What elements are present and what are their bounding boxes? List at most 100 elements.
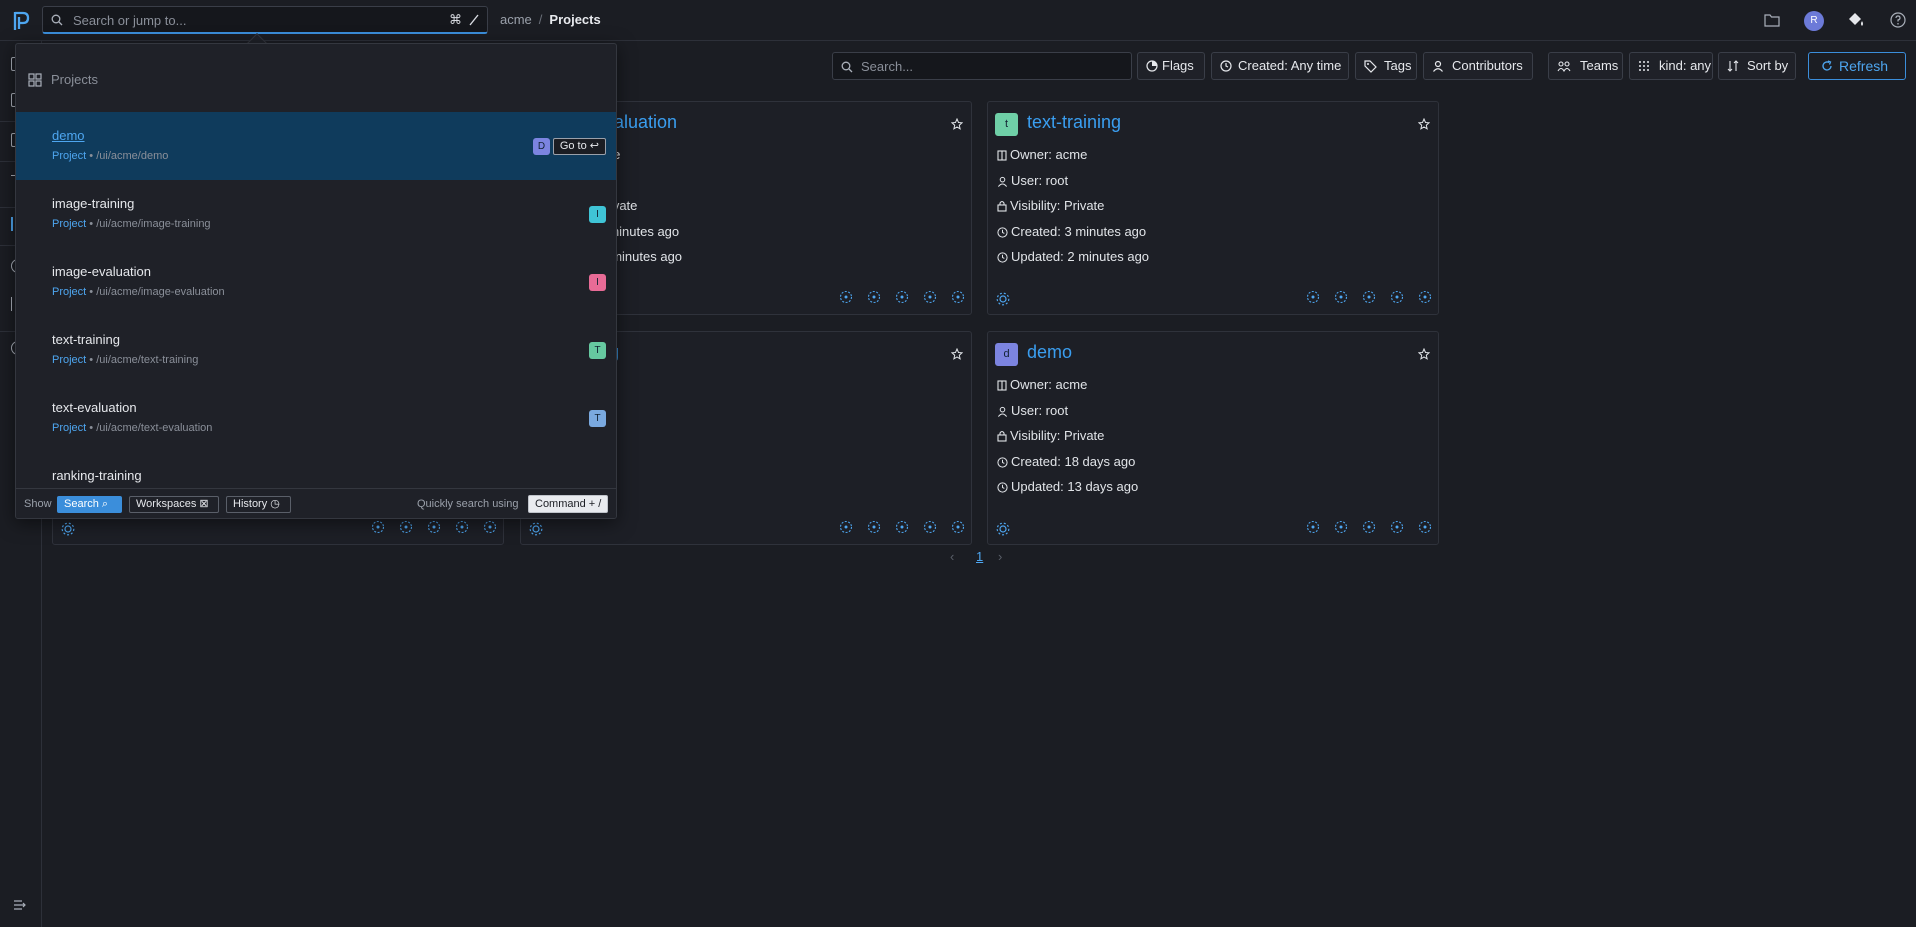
person-icon — [997, 403, 1011, 418]
project-title-link[interactable]: demo — [1027, 342, 1072, 363]
result-kind: Project — [52, 422, 87, 434]
grid-dots-icon — [1639, 61, 1649, 71]
sort-by-label: Sort by — [1747, 58, 1789, 73]
project-badge: t — [995, 113, 1018, 136]
flag-pie-icon — [1146, 60, 1158, 72]
kind-filter-button[interactable]: kind: any — [1629, 52, 1713, 80]
project-title-link[interactable]: text-training — [1027, 112, 1121, 133]
card-owner: Owner: acme — [997, 147, 1087, 162]
settings-gear-icon[interactable] — [61, 522, 75, 536]
search-result-item[interactable]: demo Project • /ui/acme/demo Go to ↩ D — [16, 112, 616, 180]
global-search-input[interactable] — [71, 7, 441, 33]
result-kind: Project — [52, 150, 87, 162]
workspaces-scope-label: Workspaces — [136, 498, 197, 510]
result-kind: Project — [52, 354, 87, 366]
card-visibility-text: Visibility: Private — [1010, 428, 1105, 443]
star-icon[interactable] — [951, 348, 963, 360]
star-icon[interactable] — [1418, 118, 1430, 130]
created-filter-button[interactable]: Created: Any time — [1211, 52, 1349, 80]
history-icon: ◷ — [270, 498, 280, 510]
star-icon[interactable] — [1418, 348, 1430, 360]
clock-icon — [1220, 60, 1232, 72]
shortcut-badge: Command + / — [528, 495, 609, 513]
project-search-box[interactable] — [832, 52, 1132, 80]
star-icon[interactable] — [951, 118, 963, 130]
card-user-text: User: root — [1011, 172, 1069, 188]
flags-filter-button[interactable]: Flags — [1137, 52, 1205, 80]
history-scope-chip[interactable]: History ◷ — [226, 496, 291, 513]
card-visibility-text: Visibility: Private — [1010, 198, 1105, 213]
settings-gear-icon[interactable] — [529, 522, 543, 536]
result-letter-badge: I — [589, 206, 606, 223]
card-created: Created: 18 days ago — [997, 454, 1135, 469]
result-name[interactable]: text-evaluation — [52, 400, 137, 415]
search-dropdown: Projects demo Project • /ui/acme/demo Go t… — [15, 43, 617, 519]
top-bar: ⌘ acme / Projects R — [0, 0, 1916, 41]
result-name[interactable]: text-training — [52, 332, 120, 347]
card-created-text: Created: 3 minutes ago — [1011, 223, 1147, 239]
teams-filter-button[interactable]: Teams — [1548, 52, 1623, 80]
result-path: /ui/acme/text-training — [96, 354, 199, 366]
search-scope-chip[interactable]: Search ⌕ — [57, 496, 122, 513]
tag-icon — [1364, 60, 1377, 73]
settings-gear-icon[interactable] — [996, 522, 1010, 536]
search-result-item[interactable]: image-training Project • /ui/acme/image-t… — [16, 180, 616, 248]
workspaces-scope-chip[interactable]: Workspaces ⊠ — [129, 496, 219, 513]
quick-search-hint: Quickly search using — [417, 498, 519, 510]
result-path: /ui/acme/image-evaluation — [96, 286, 225, 298]
person-icon — [1433, 60, 1443, 72]
search-result-item[interactable]: text-training Project • /ui/acme/text-tra… — [16, 316, 616, 384]
user-avatar[interactable]: R — [1804, 11, 1824, 31]
card-owner-text: Owner: acme — [1010, 377, 1088, 392]
breadcrumb-org[interactable]: acme — [500, 12, 532, 27]
flags-label: Flags — [1162, 58, 1194, 73]
page-number[interactable]: 1 — [976, 549, 983, 564]
team-icon — [1557, 61, 1571, 72]
tags-filter-button[interactable]: Tags — [1355, 52, 1417, 80]
help-icon[interactable] — [1890, 12, 1906, 28]
global-search-box[interactable] — [42, 6, 488, 34]
search-result-item[interactable]: text-evaluation Project • /ui/acme/text-e… — [16, 384, 616, 452]
project-card[interactable]: d demo Owner: acme User: root Visibility: Pr… — [987, 331, 1439, 545]
result-name[interactable]: image-training — [52, 196, 134, 211]
paint-bucket-icon[interactable] — [1846, 11, 1866, 29]
contributors-filter-button[interactable]: Contributors — [1423, 52, 1533, 80]
command-key-icon: ⌘ — [449, 12, 462, 27]
show-label: Show — [24, 498, 52, 510]
project-search-input[interactable] — [859, 53, 1119, 79]
clock-icon — [997, 224, 1011, 239]
result-name[interactable]: demo — [52, 128, 85, 143]
card-actions — [371, 520, 497, 536]
sort-icon — [1727, 60, 1739, 72]
result-meta: Project • /ui/acme/text-training — [52, 354, 199, 366]
tags-label: Tags — [1384, 58, 1412, 73]
result-meta: Project • /ui/acme/image-evaluation — [52, 286, 225, 298]
next-page-icon[interactable]: › — [998, 549, 1002, 564]
app-logo-icon[interactable] — [9, 9, 33, 33]
card-owner: Owner: acme — [997, 377, 1087, 392]
go-to-button[interactable]: Go to ↩ — [552, 138, 606, 155]
search-result-item[interactable]: image-evaluation Project • /ui/acme/image… — [16, 248, 616, 316]
slash-key-icon — [469, 14, 479, 26]
result-name[interactable]: ranking-training — [52, 468, 142, 483]
result-name[interactable]: image-evaluation — [52, 264, 151, 279]
contributors-label: Contributors — [1452, 58, 1523, 73]
collapse-sidebar-icon[interactable] — [13, 899, 27, 911]
folder-icon[interactable] — [1764, 13, 1780, 27]
result-path: /ui/acme/demo — [96, 150, 169, 162]
workspaces-icon: ⊠ — [199, 498, 209, 510]
breadcrumb: acme / Projects — [500, 12, 601, 27]
clock-icon — [997, 479, 1011, 494]
settings-gear-icon[interactable] — [996, 292, 1010, 306]
result-kind: Project — [52, 286, 87, 298]
card-user: User: root — [997, 173, 1068, 188]
prev-page-icon[interactable]: ‹ — [950, 549, 954, 564]
sort-by-button[interactable]: Sort by — [1718, 52, 1796, 80]
project-card[interactable]: t text-training Owner: acme User: root Visib… — [987, 101, 1439, 315]
result-letter-badge: D — [533, 138, 550, 155]
refresh-button[interactable]: Refresh — [1808, 52, 1906, 80]
card-updated-text: Updated: 2 minutes ago — [1011, 249, 1150, 264]
kind-filter-label: kind: any — [1659, 58, 1712, 73]
result-meta: Project • /ui/acme/demo — [52, 150, 169, 162]
lock-icon — [997, 198, 1010, 213]
